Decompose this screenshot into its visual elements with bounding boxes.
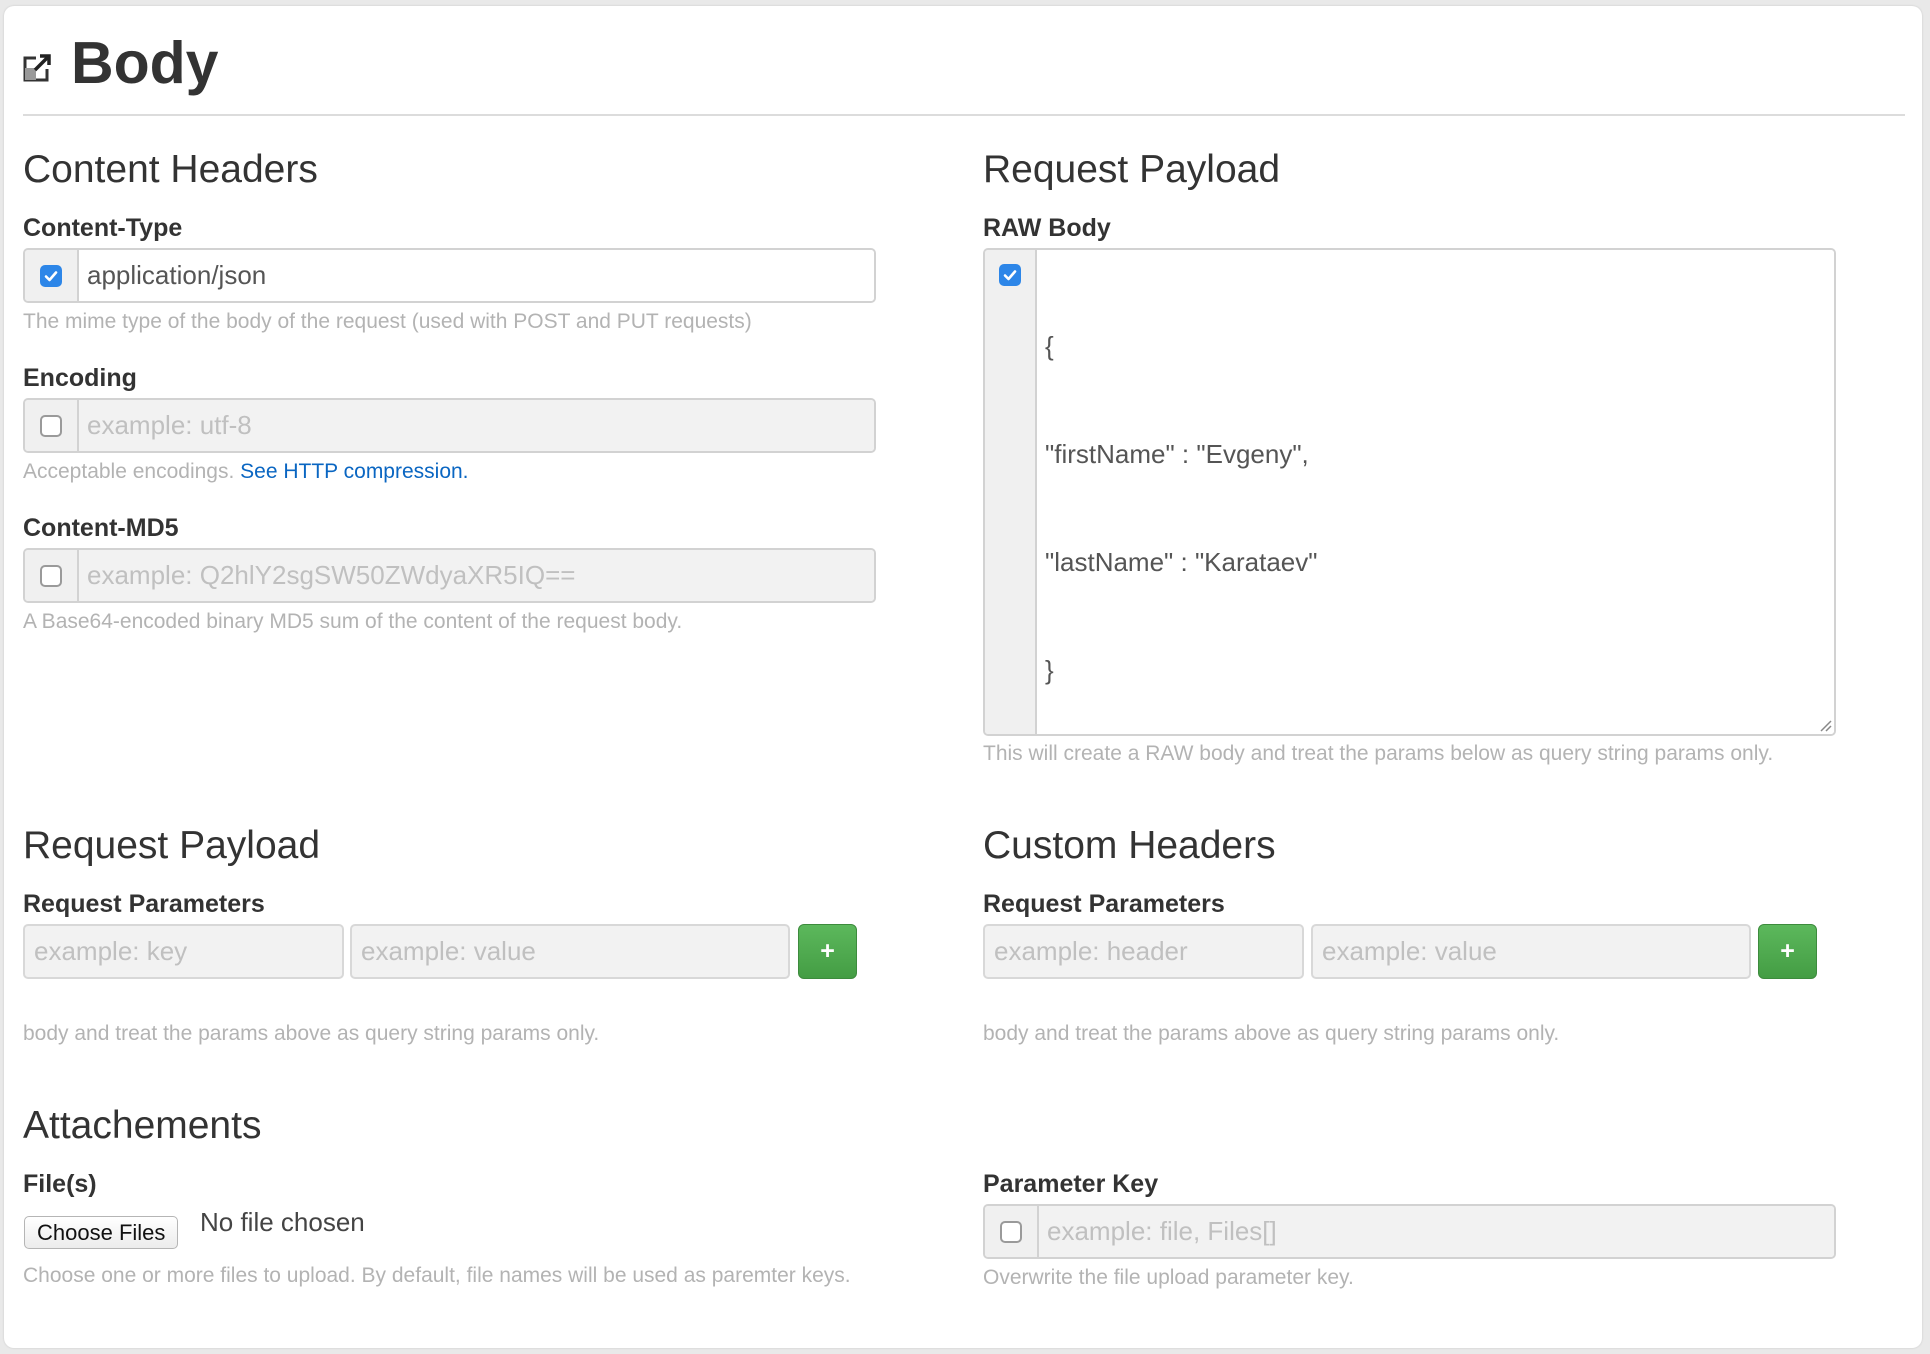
content-type-group xyxy=(23,248,876,303)
parameter-key-toggle[interactable] xyxy=(985,1206,1039,1257)
payload-params-help: body and treat the params above as query… xyxy=(23,1022,600,1045)
page-title: Body xyxy=(71,30,219,96)
encoding-input[interactable] xyxy=(79,400,874,451)
content-type-label: Content-Type xyxy=(23,214,183,242)
raw-body-line: { xyxy=(1045,331,1054,361)
resize-grip-icon[interactable] xyxy=(1818,718,1832,732)
attachments-title: Attachements xyxy=(23,1104,262,1147)
payload-key-input[interactable] xyxy=(23,924,344,979)
request-payload-title: Request Payload xyxy=(23,824,321,867)
content-md5-group xyxy=(23,548,876,603)
content-headers-title: Content Headers xyxy=(23,148,318,191)
custom-headers-title: Custom Headers xyxy=(983,824,1276,867)
payload-value-input[interactable] xyxy=(350,924,790,979)
parameter-key-checkbox[interactable] xyxy=(1000,1220,1022,1243)
add-header-button[interactable]: + xyxy=(1758,924,1817,979)
content-md5-checkbox[interactable] xyxy=(40,564,62,587)
raw-body-toggle[interactable] xyxy=(985,250,1037,734)
add-payload-param-button[interactable]: + xyxy=(798,924,857,979)
raw-body-line: "firstName" : "Evgeny", xyxy=(1045,439,1309,469)
encoding-help: Acceptable encodings. See HTTP compressi… xyxy=(23,457,469,487)
content-md5-help: A Base64-encoded binary MD5 sum of the c… xyxy=(23,610,683,633)
content-md5-toggle[interactable] xyxy=(25,550,79,601)
raw-body-checkbox[interactable] xyxy=(999,264,1021,286)
parameter-key-input[interactable] xyxy=(1039,1206,1834,1257)
file-status: No file chosen xyxy=(200,1207,365,1237)
raw-payload-title: Request Payload xyxy=(983,148,1281,191)
raw-body-label: RAW Body xyxy=(983,214,1111,242)
attachments-help: Choose one or more files to upload. By d… xyxy=(23,1264,851,1287)
checkmark-icon xyxy=(44,270,58,281)
encoding-toggle[interactable] xyxy=(25,400,79,451)
parameter-key-label: Parameter Key xyxy=(983,1170,1159,1198)
checkmark-icon xyxy=(1003,270,1017,281)
files-label: File(s) xyxy=(23,1170,97,1198)
http-compression-link[interactable]: See HTTP compression. xyxy=(240,460,468,483)
header-value-input[interactable] xyxy=(1311,924,1751,979)
request-parameters-label: Request Parameters xyxy=(23,890,265,918)
encoding-label: Encoding xyxy=(23,364,137,392)
parameter-key-group xyxy=(983,1204,1836,1259)
parameter-key-help: Overwrite the file upload parameter key. xyxy=(983,1266,1354,1289)
content-md5-label: Content-MD5 xyxy=(23,514,179,542)
encoding-group xyxy=(23,398,876,453)
content-md5-input[interactable] xyxy=(79,550,874,601)
content-type-toggle[interactable] xyxy=(25,250,79,301)
encoding-checkbox[interactable] xyxy=(40,414,62,437)
header-key-input[interactable] xyxy=(983,924,1304,979)
custom-headers-parameters-label: Request Parameters xyxy=(983,890,1225,918)
external-link-icon xyxy=(23,54,51,82)
raw-body-line: } xyxy=(1045,655,1054,685)
custom-headers-help: body and treat the params above as query… xyxy=(983,1022,1560,1045)
raw-body-textarea[interactable]: { "firstName" : "Evgeny", "lastName" : "… xyxy=(1037,250,1834,734)
raw-body-help: This will create a RAW body and treat th… xyxy=(983,742,1774,765)
raw-body-group: { "firstName" : "Evgeny", "lastName" : "… xyxy=(983,248,1836,736)
choose-files-button[interactable]: Choose Files xyxy=(24,1216,179,1249)
content-type-input[interactable] xyxy=(79,250,874,301)
encoding-help-text: Acceptable encodings. xyxy=(23,460,235,483)
raw-body-line: "lastName" : "Karataev" xyxy=(1045,547,1318,577)
title-divider xyxy=(23,114,1905,116)
content-type-checkbox[interactable] xyxy=(40,264,62,287)
content-type-help: The mime type of the body of the request… xyxy=(23,310,752,333)
